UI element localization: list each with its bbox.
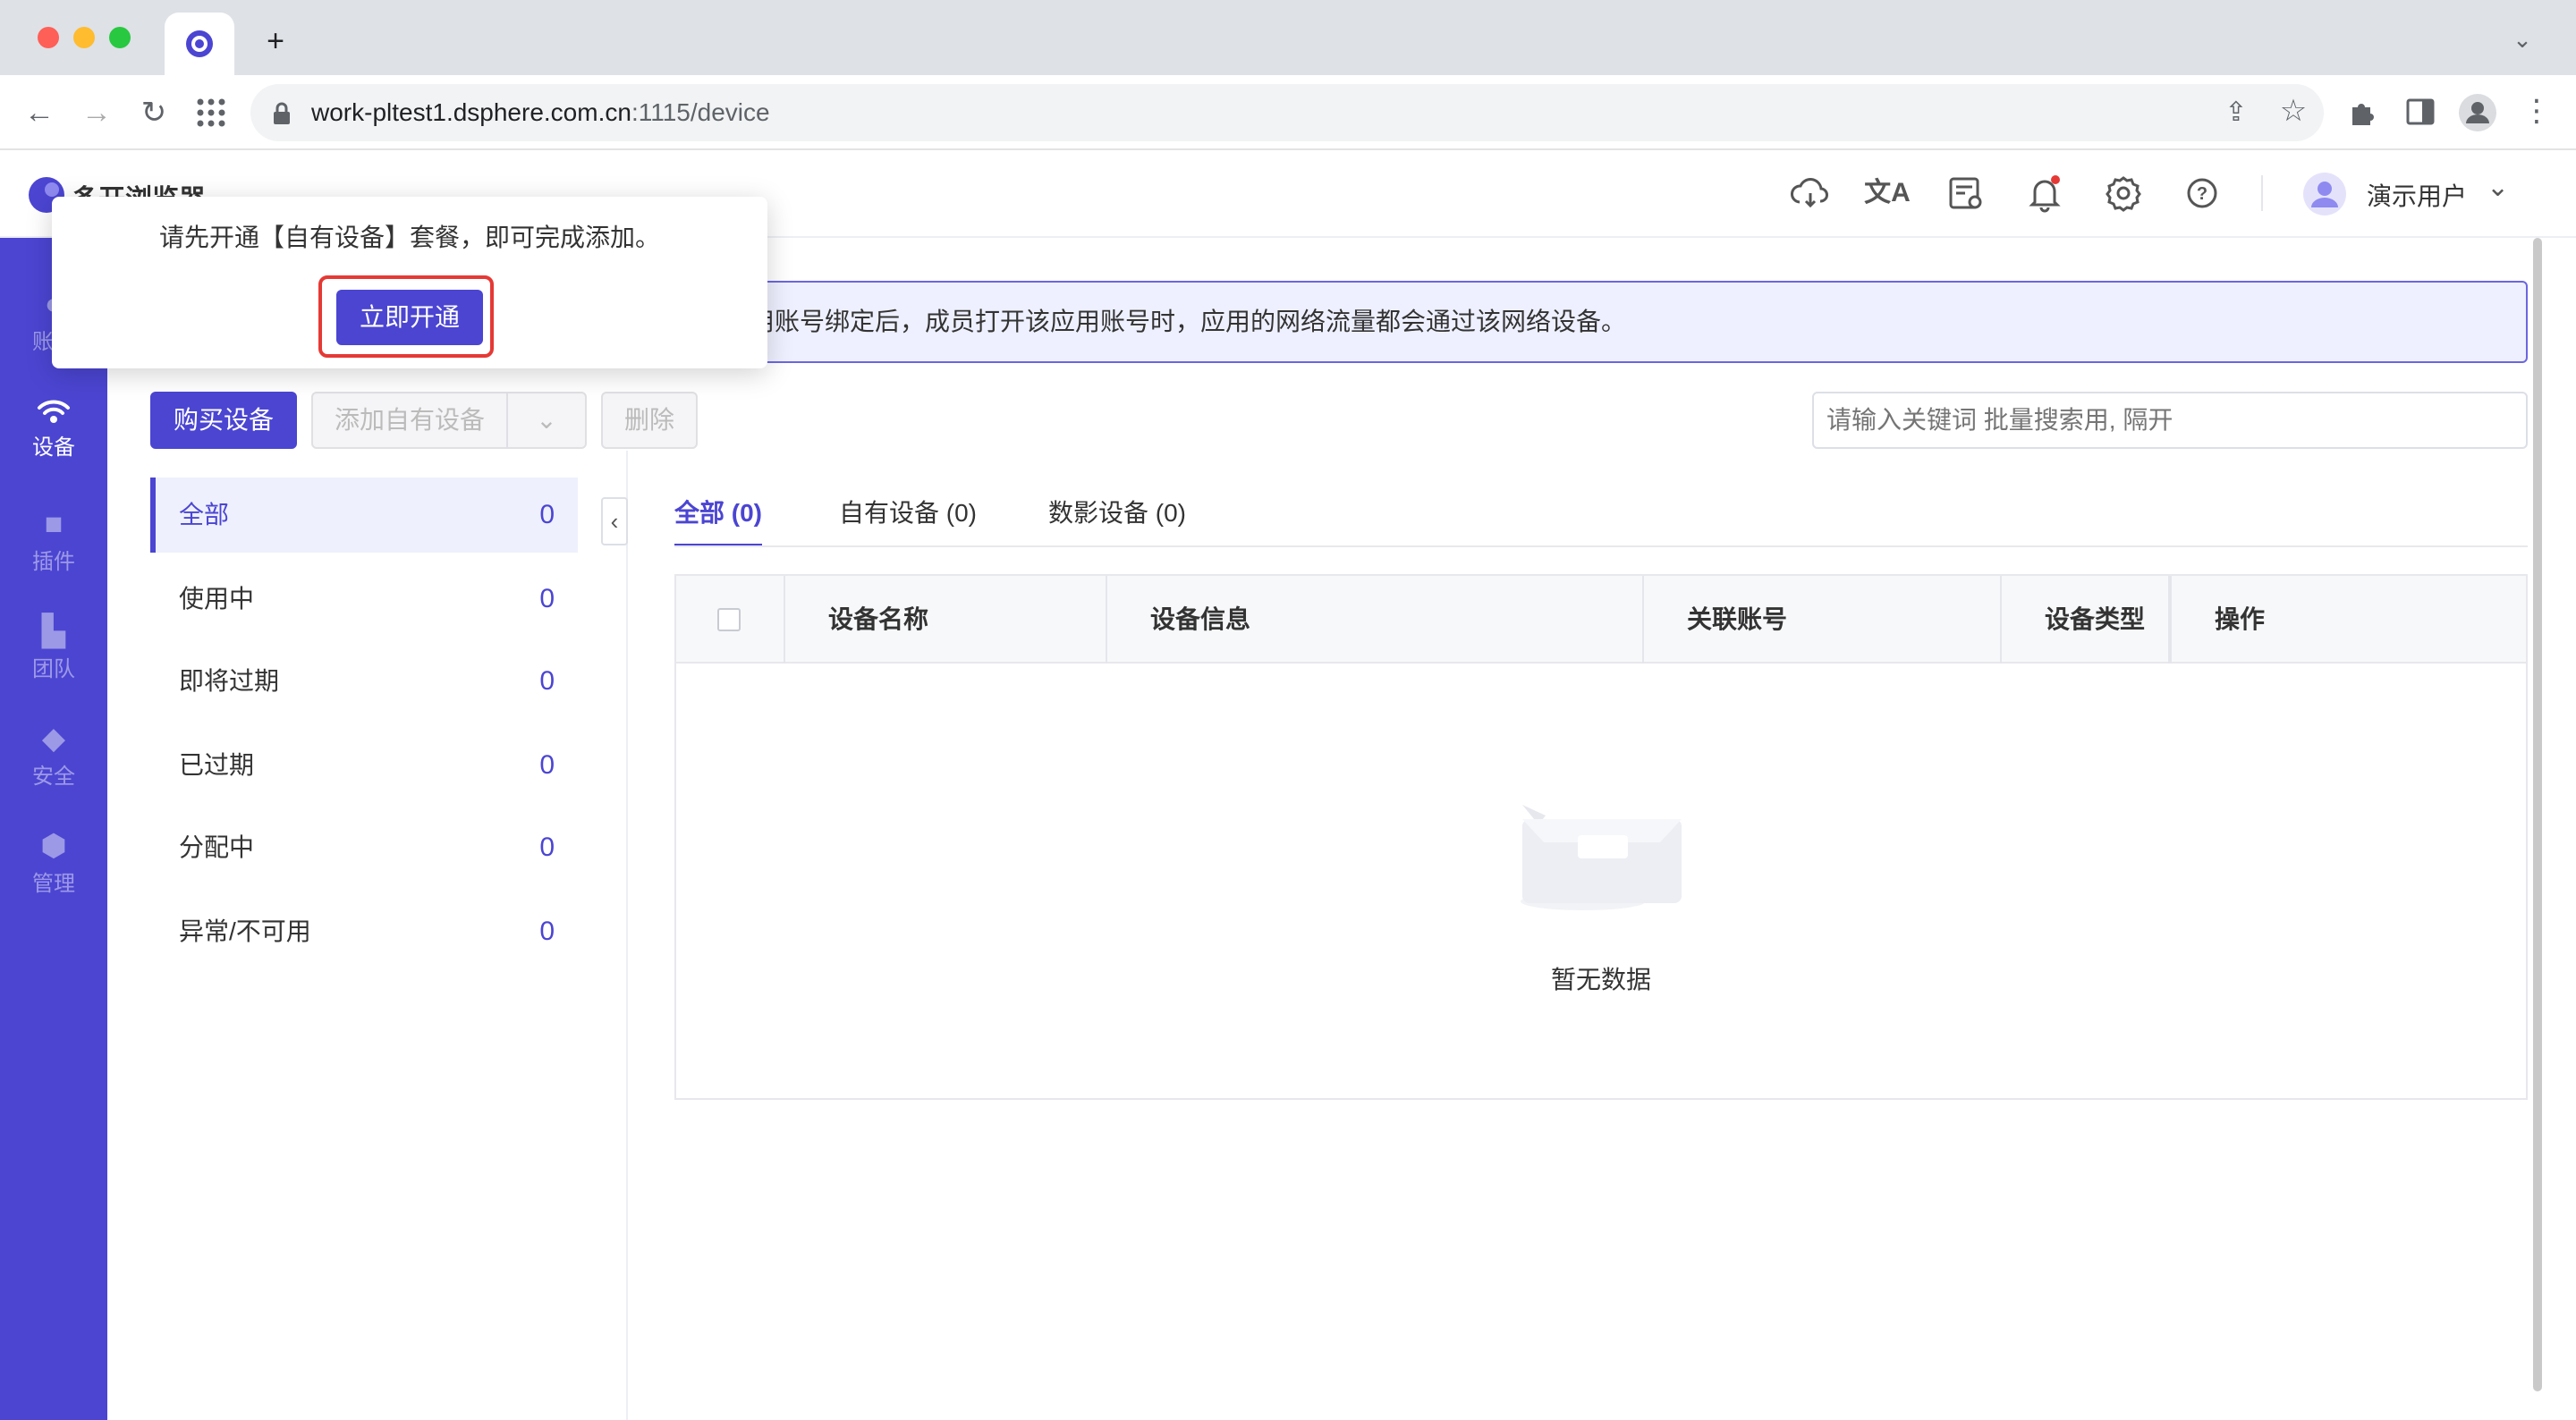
select-all-checkbox[interactable] — [717, 608, 741, 631]
share-icon[interactable]: ⇪ — [2216, 95, 2256, 131]
search-input[interactable] — [1812, 392, 2528, 449]
column-header-linked-account: 关联账号 — [1687, 605, 1788, 633]
user-menu-chevron-icon[interactable]: ⌄ — [2487, 172, 2509, 203]
status-item-in-use[interactable]: 使用中 0 — [150, 562, 578, 637]
status-item-unavailable[interactable]: 异常/不可用 0 — [150, 894, 578, 969]
minimize-window-button[interactable] — [73, 27, 95, 48]
activate-now-button[interactable]: 立即开通 — [336, 290, 483, 345]
maximize-window-button[interactable] — [109, 27, 131, 48]
status-item-allocating[interactable]: 分配中 0 — [150, 810, 578, 885]
chevron-left-icon: ‹ — [610, 508, 619, 535]
translate-icon[interactable]: 文A — [1864, 170, 1911, 216]
sidebar-item-team[interactable]: ▙ 团队 — [0, 599, 107, 697]
panel-divider — [626, 451, 628, 1420]
tab-own-devices[interactable]: 自有设备 (0) — [839, 494, 977, 547]
wifi-icon — [38, 400, 70, 423]
close-window-button[interactable] — [38, 27, 59, 48]
empty-state-text: 暂无数据 — [1550, 966, 1651, 993]
header-divider — [2261, 175, 2263, 211]
browser-tab[interactable] — [165, 13, 234, 75]
back-icon[interactable]: ← — [20, 95, 59, 131]
svg-text:?: ? — [2197, 184, 2207, 204]
buy-device-button[interactable]: 购买设备 — [150, 392, 297, 449]
new-tab-button[interactable]: + — [256, 23, 295, 59]
popover-message: 请先开通【自有设备】套餐，即可完成添加。 — [158, 224, 660, 251]
status-item-expired[interactable]: 已过期 0 — [150, 728, 578, 803]
info-banner: 用账号绑定后，成员打开该应用账号时，应用的网络流量都会通过该网络设备。 — [733, 281, 2528, 363]
column-header-actions: 操作 — [2215, 605, 2266, 633]
tab-shadow-devices[interactable]: 数影设备 (0) — [1048, 494, 1186, 547]
add-own-device-button[interactable]: 添加自有设备 — [311, 392, 508, 449]
column-header-device-info: 设备信息 — [1150, 605, 1251, 633]
site-favicon-icon — [186, 30, 213, 57]
sidebar-item-plugins[interactable]: ■ 插件 — [0, 492, 107, 590]
tab-underline — [674, 545, 2528, 547]
lock-icon — [274, 102, 290, 124]
profile-avatar-icon[interactable] — [2458, 93, 2497, 132]
apps-grid-icon[interactable] — [195, 97, 227, 129]
plugin-icon: ■ — [44, 507, 64, 541]
collapse-panel-button[interactable]: ‹ — [601, 497, 628, 545]
help-icon[interactable]: ? — [2179, 170, 2225, 216]
extensions-puzzle-icon[interactable] — [2349, 97, 2379, 127]
url-text: work-pltest1.dsphere.com.cn:1115/device — [311, 98, 770, 126]
cloud-download-icon[interactable] — [1787, 170, 1834, 216]
notification-bell-icon[interactable] — [2021, 170, 2068, 216]
sidebar-item-devices[interactable]: 设备 — [0, 385, 107, 483]
reload-icon[interactable]: ↻ — [134, 95, 174, 131]
bookmark-star-icon[interactable]: ☆ — [2274, 93, 2313, 129]
browser-tab-bar — [0, 0, 2576, 75]
scrollbar[interactable] — [2533, 238, 2542, 1391]
add-device-dropdown-button[interactable]: ⌄ — [506, 392, 587, 449]
team-icon: ▙ — [41, 614, 66, 648]
empty-box-icon — [1521, 805, 1682, 910]
delete-button[interactable]: 删除 — [601, 392, 698, 449]
sidebar-item-security[interactable]: ◆ 安全 — [0, 706, 107, 805]
forward-icon[interactable]: → — [77, 95, 116, 131]
side-panel-icon[interactable] — [2406, 98, 2435, 125]
column-header-device-name: 设备名称 — [828, 605, 929, 633]
browser-menu-icon[interactable]: ⋮ — [2517, 93, 2556, 129]
user-avatar[interactable] — [2302, 172, 2347, 216]
column-header-device-type: 设备类型 — [2045, 605, 2146, 633]
account-card-icon[interactable] — [1943, 170, 1989, 216]
user-name[interactable]: 演示用户 — [2367, 177, 2467, 213]
shield-icon: ◆ — [41, 722, 66, 756]
tab-search-chevron-icon[interactable]: ⌄ — [2503, 21, 2542, 57]
status-item-expiring[interactable]: 即将过期 0 — [150, 644, 578, 719]
settings-gear-icon[interactable] — [2100, 170, 2147, 216]
hexagon-settings-icon: ⬢ — [40, 829, 67, 863]
sidebar-item-manage[interactable]: ⬢ 管理 — [0, 814, 107, 912]
chevron-down-icon: ⌄ — [536, 406, 557, 434]
tab-all[interactable]: 全部 (0) — [674, 494, 763, 547]
status-item-all[interactable]: 全部 0 — [150, 478, 578, 553]
